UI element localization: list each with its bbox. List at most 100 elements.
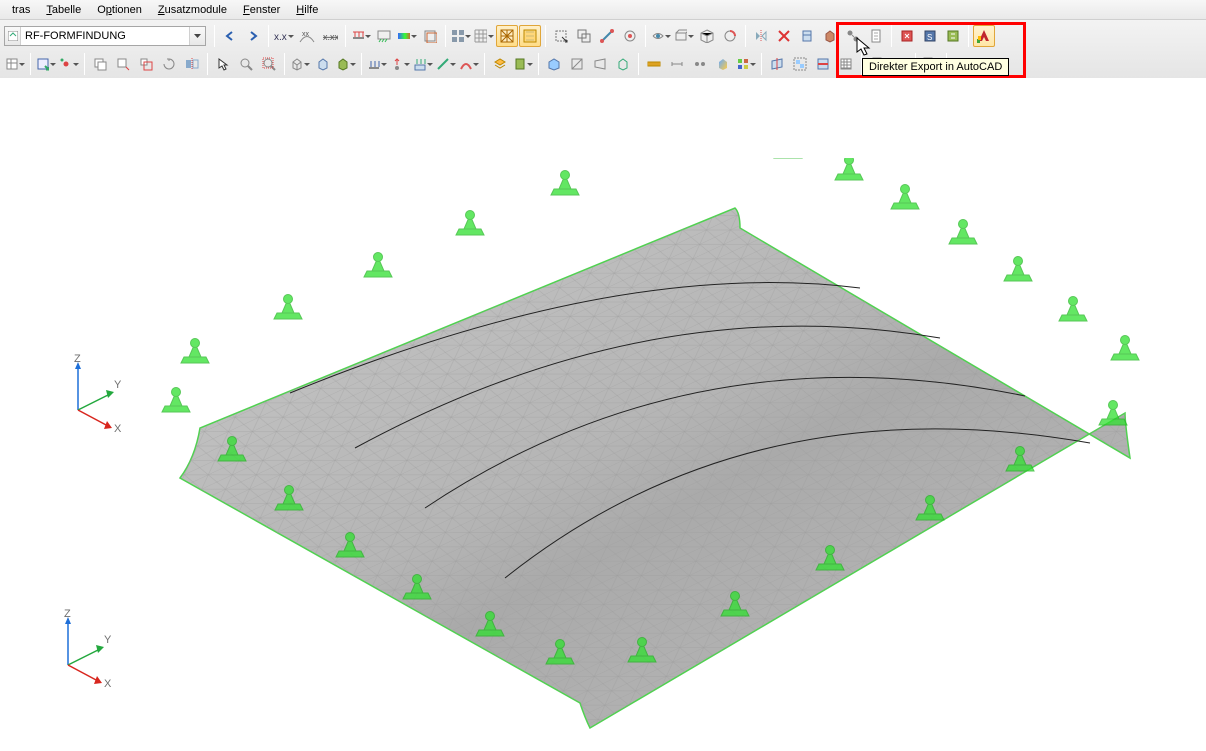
tool-new-object[interactable] <box>35 53 57 75</box>
loadcase-input[interactable] <box>21 29 189 43</box>
svg-text:Y: Y <box>114 379 122 391</box>
tool-zoom-window[interactable] <box>235 53 257 75</box>
tool-member[interactable] <box>596 25 618 47</box>
svg-text:Z: Z <box>74 353 81 365</box>
tool-dimension[interactable] <box>666 53 688 75</box>
support-icon <box>1004 257 1032 282</box>
tool-top-view[interactable] <box>566 53 588 75</box>
separator <box>745 25 746 47</box>
menu-zusatzmodule[interactable]: Zusatzmodule <box>150 2 235 18</box>
tool-views-std[interactable] <box>673 25 695 47</box>
tool-new-table[interactable] <box>4 53 26 75</box>
tool-fe-mesh[interactable] <box>496 25 518 47</box>
support-icon <box>551 171 579 196</box>
separator <box>761 53 762 75</box>
tool-move[interactable] <box>112 53 134 75</box>
tool-solid-3d[interactable] <box>712 53 734 75</box>
tool-layer[interactable] <box>489 53 511 75</box>
tool-numbering[interactable] <box>450 25 472 47</box>
tool-perspective[interactable] <box>589 53 611 75</box>
svg-text:Z: Z <box>64 608 71 620</box>
loadcase-dropdown[interactable] <box>4 26 206 46</box>
separator <box>30 53 31 75</box>
tool-line-load[interactable] <box>366 53 388 75</box>
tool-select-add[interactable] <box>573 25 595 47</box>
separator <box>645 25 646 47</box>
tool-clip-plane[interactable] <box>766 53 788 75</box>
tool-copy[interactable] <box>89 53 111 75</box>
tool-new-node[interactable] <box>58 53 80 75</box>
tool-section-db[interactable] <box>512 53 534 75</box>
surface-model <box>140 158 1160 748</box>
tool-release[interactable] <box>619 25 641 47</box>
tool-modules[interactable] <box>735 53 757 75</box>
tool-area-load[interactable] <box>412 53 434 75</box>
tool-arc[interactable] <box>458 53 480 75</box>
tool-export-dxf[interactable] <box>896 25 918 47</box>
nav-forward-button[interactable] <box>242 25 264 47</box>
tool-document[interactable] <box>865 25 887 47</box>
tool-intersect[interactable] <box>773 25 795 47</box>
dropdown-arrow-icon[interactable] <box>189 27 205 45</box>
svg-text:X: X <box>114 423 122 435</box>
tool-3d-render[interactable] <box>819 25 841 47</box>
tool-export-ifc[interactable] <box>942 25 964 47</box>
support-icon <box>891 185 919 210</box>
viewport-3d[interactable]: Z Y X Z Y X <box>0 78 1206 751</box>
menu-fenster[interactable]: Fenster <box>235 2 288 18</box>
separator <box>345 25 346 47</box>
tool-solid[interactable] <box>335 53 357 75</box>
support-icon <box>1099 401 1127 426</box>
separator <box>891 25 892 47</box>
tool-show-values[interactable]: xx <box>296 25 318 47</box>
tool-circular[interactable] <box>719 25 741 47</box>
tool-extrude[interactable] <box>312 53 334 75</box>
tool-views-custom[interactable] <box>650 25 672 47</box>
support-icon <box>456 211 484 236</box>
tool-hidden-lines[interactable] <box>696 25 718 47</box>
nav-back-button[interactable] <box>219 25 241 47</box>
support-icon <box>181 339 209 364</box>
tool-rendering[interactable] <box>519 25 541 47</box>
tool-sections[interactable] <box>796 25 818 47</box>
export-autocad-button[interactable] <box>973 25 995 47</box>
tool-settings[interactable] <box>689 53 711 75</box>
svg-text:x.xx: x.xx <box>323 32 338 42</box>
tool-supports-show[interactable] <box>373 25 395 47</box>
tool-select-window[interactable] <box>550 25 572 47</box>
tool-section-view[interactable] <box>812 53 834 75</box>
tool-mirror[interactable] <box>750 25 772 47</box>
tool-wireframe[interactable] <box>612 53 634 75</box>
tool-nodal-load[interactable] <box>389 53 411 75</box>
separator <box>268 25 269 47</box>
tool-dimensions[interactable]: x.xx <box>273 25 295 47</box>
tool-line[interactable] <box>435 53 457 75</box>
tool-zoom-all[interactable] <box>258 53 280 75</box>
tool-loads-show[interactable] <box>350 25 372 47</box>
tool-rotate[interactable] <box>158 53 180 75</box>
menu-extras[interactable]: tras <box>4 2 38 18</box>
tool-connections[interactable] <box>842 25 864 47</box>
tool-results-animate[interactable] <box>419 25 441 47</box>
tool-mirror2[interactable] <box>181 53 203 75</box>
toolbar-area: x.xx xx x.xx S <box>0 20 1206 83</box>
tool-results-show[interactable] <box>396 25 418 47</box>
menu-tabelle[interactable]: Tabelle <box>38 2 89 18</box>
support-icon <box>1059 297 1087 322</box>
support-icon <box>1111 336 1139 361</box>
menu-optionen[interactable]: Optionen <box>89 2 150 18</box>
tooltip: Direkter Export in AutoCAD <box>862 58 1009 76</box>
tool-selection-pointer[interactable] <box>212 53 234 75</box>
svg-text:x.xx: x.xx <box>274 32 287 43</box>
tool-measure[interactable] <box>643 53 665 75</box>
tool-grid[interactable] <box>473 25 495 47</box>
tool-export-step[interactable]: S <box>919 25 941 47</box>
tool-iso-view[interactable] <box>543 53 565 75</box>
tool-table-view[interactable] <box>835 53 857 75</box>
tool-clip[interactable]: x.xx <box>319 25 341 47</box>
menu-hilfe[interactable]: Hilfe <box>288 2 326 18</box>
tool-group[interactable] <box>789 53 811 75</box>
tool-scale[interactable] <box>135 53 157 75</box>
separator <box>968 25 969 47</box>
tool-box[interactable] <box>289 53 311 75</box>
